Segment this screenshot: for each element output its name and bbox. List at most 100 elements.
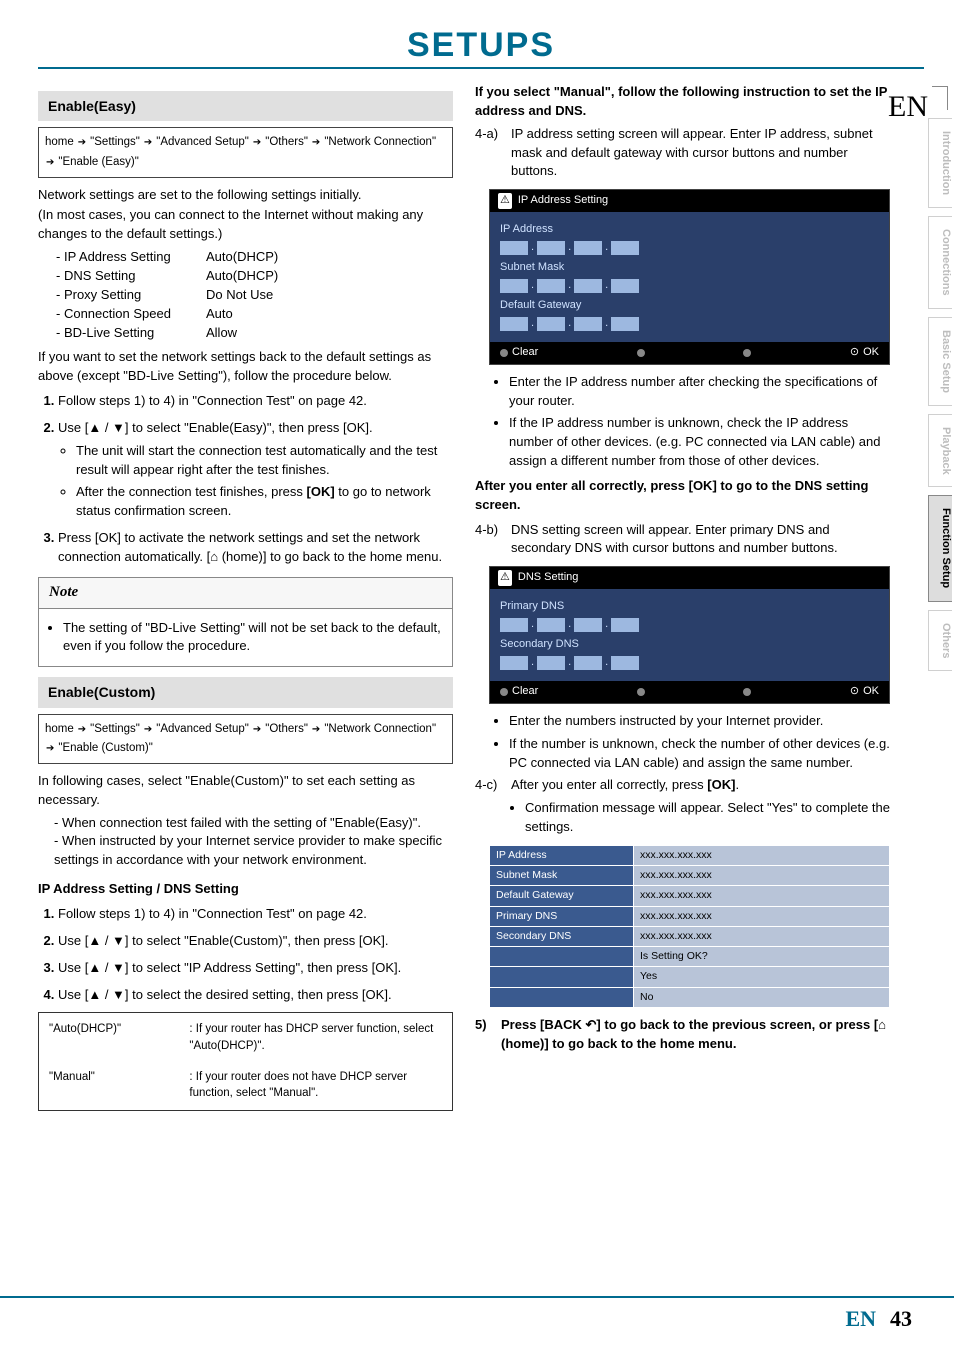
arrow-icon [45, 154, 55, 171]
clear-label: Clear [512, 684, 538, 700]
cstep-1: Follow steps 1) to 4) in "Connection Tes… [58, 905, 453, 924]
after-ip-text: After you enter all correctly, press [OK… [475, 477, 890, 515]
step-4a-text: IP address setting screen will appear. E… [511, 125, 890, 182]
note-text: The setting of "BD-Live Setting" will no… [63, 619, 442, 657]
note-heading: Note [39, 578, 452, 609]
ip-address-label: IP Address [500, 222, 879, 238]
row-gw: Default Gateway [490, 886, 634, 906]
dot-icon [637, 688, 645, 696]
tab-playback[interactable]: Playback [928, 414, 952, 488]
row-ip-val: xxx.xxx.xxx.xxx [634, 846, 890, 866]
footer-page: 43 [890, 1306, 912, 1332]
defaults-list: - IP Address SettingAuto(DHCP) - DNS Set… [38, 248, 453, 342]
step-5-num: 5) [475, 1016, 495, 1054]
dns-bullets: Enter the numbers instructed by your Int… [509, 712, 890, 773]
opt-auto-label: "Auto(DHCP)" [41, 1015, 179, 1060]
step-2: Use [▲ / ▼] to select "Enable(Easy)", th… [58, 419, 453, 521]
arrow-icon [77, 721, 87, 738]
arrow-icon [143, 721, 153, 738]
default-gateway-label: Default Gateway [500, 298, 879, 314]
right-column: If you select "Manual", follow the follo… [475, 83, 924, 1119]
subnet-mask-label: Subnet Mask [500, 260, 879, 276]
case-1: When connection test failed with the set… [54, 814, 453, 833]
arrow-icon [45, 740, 55, 757]
arrow-icon [311, 134, 321, 151]
ok-label: OK [863, 345, 879, 361]
step-4c-bullet: Confirmation message will appear. Select… [525, 799, 890, 837]
manual-intro: If you select "Manual", follow the follo… [475, 83, 890, 121]
ok-label: OK [863, 684, 879, 700]
step-2-bullet: After the connection test finishes, pres… [76, 483, 453, 521]
step-4b-num: 4-b) [475, 521, 505, 559]
opt-auto-desc: : If your router has DHCP server functio… [181, 1015, 450, 1060]
dns-setting-panel: DNS Setting Primary DNS ... Secondary DN… [489, 566, 890, 704]
ip-bullet-2: If the IP address number is unknown, che… [509, 414, 890, 471]
step-1: Follow steps 1) to 4) in "Connection Tes… [58, 392, 453, 411]
panel-title: IP Address Setting [518, 193, 608, 209]
crumb-item: home [45, 721, 74, 738]
dhcp-options-table: "Auto(DHCP)" : If your router has DHCP s… [38, 1012, 453, 1111]
divider [38, 67, 924, 69]
enable-easy-breadcrumb: home "Settings" "Advanced Setup" "Others… [38, 127, 453, 177]
tab-others[interactable]: Others [928, 610, 952, 671]
case-2: When instructed by your Internet service… [54, 832, 453, 870]
opt-manual-label: "Manual" [41, 1063, 179, 1108]
crumb-item: "Others" [265, 721, 308, 738]
row-pdns-val: xxx.xxx.xxx.xxx [634, 906, 890, 926]
arrow-icon [77, 134, 87, 151]
arrow-icon [252, 134, 262, 151]
easy-steps: Follow steps 1) to 4) in "Connection Tes… [38, 392, 453, 567]
tab-function-setup[interactable]: Function Setup [928, 495, 952, 601]
arrow-icon [143, 134, 153, 151]
arrow-icon [311, 721, 321, 738]
cstep-3: Use [▲ / ▼] to select "IP Address Settin… [58, 959, 453, 978]
cstep-2: Use [▲ / ▼] to select "Enable(Custom)", … [58, 932, 453, 951]
tab-connections[interactable]: Connections [928, 216, 952, 309]
crumb-item: "Others" [265, 134, 308, 151]
custom-cases: When connection test failed with the set… [54, 814, 453, 871]
secondary-dns-label: Secondary DNS [500, 637, 879, 653]
row-yes: Yes [634, 967, 890, 987]
crumb-item: "Advanced Setup" [156, 723, 249, 736]
dot-icon [500, 349, 508, 357]
row-gw-val: xxx.xxx.xxx.xxx [634, 886, 890, 906]
ip-address-setting-panel: IP Address Setting IP Address ... Subnet… [489, 189, 890, 365]
language-label: EN [888, 90, 928, 124]
step-5-text: Press [BACK ↶] to go back to the previou… [501, 1016, 890, 1054]
page-footer: EN 43 [0, 1296, 954, 1332]
tab-basic-setup[interactable]: Basic Setup [928, 317, 952, 406]
enable-custom-heading: Enable(Custom) [38, 677, 453, 707]
enable-custom-breadcrumb: home "Settings" "Advanced Setup" "Others… [38, 714, 453, 764]
clear-label: Clear [512, 345, 538, 361]
reset-intro: If you want to set the network settings … [38, 348, 453, 386]
row-empty [490, 947, 634, 967]
row-ip: IP Address [490, 846, 634, 866]
intro-text: Network settings are set to the followin… [38, 186, 453, 205]
row-isok: Is Setting OK? [634, 947, 890, 967]
opt-manual-desc: : If your router does not have DHCP serv… [181, 1063, 450, 1108]
tab-introduction[interactable]: Introduction [928, 118, 952, 208]
row-mask: Subnet Mask [490, 866, 634, 886]
dot-icon [743, 688, 751, 696]
row-pdns: Primary DNS [490, 906, 634, 926]
dot-icon [743, 349, 751, 357]
crumb-item: "Enable (Custom)" [58, 742, 152, 755]
ip-dns-subhead: IP Address Setting / DNS Setting [38, 880, 453, 899]
ip-bullets: Enter the IP address number after checki… [509, 373, 890, 471]
enable-easy-heading: Enable(Easy) [38, 91, 453, 121]
row-mask-val: xxx.xxx.xxx.xxx [634, 866, 890, 886]
step-4b-text: DNS setting screen will appear. Enter pr… [511, 521, 890, 559]
tab-marker [932, 86, 948, 110]
panel-title: DNS Setting [518, 570, 579, 586]
confirm-table: IP Addressxxx.xxx.xxx.xxx Subnet Maskxxx… [489, 845, 890, 1008]
note-box: Note The setting of "BD-Live Setting" wi… [38, 577, 453, 667]
crumb-item: "Advanced Setup" [156, 136, 249, 149]
crumb-item: "Settings" [90, 134, 140, 151]
left-column: Enable(Easy) home "Settings" "Advanced S… [38, 83, 453, 1119]
intro-text: (In most cases, you can connect to the I… [38, 206, 453, 244]
row-sdns-val: xxx.xxx.xxx.xxx [634, 926, 890, 946]
custom-steps: Follow steps 1) to 4) in "Connection Tes… [38, 905, 453, 1004]
side-tabs: Introduction Connections Basic Setup Pla… [926, 86, 954, 1348]
dot-icon [500, 688, 508, 696]
custom-intro: In following cases, select "Enable(Custo… [38, 772, 453, 810]
